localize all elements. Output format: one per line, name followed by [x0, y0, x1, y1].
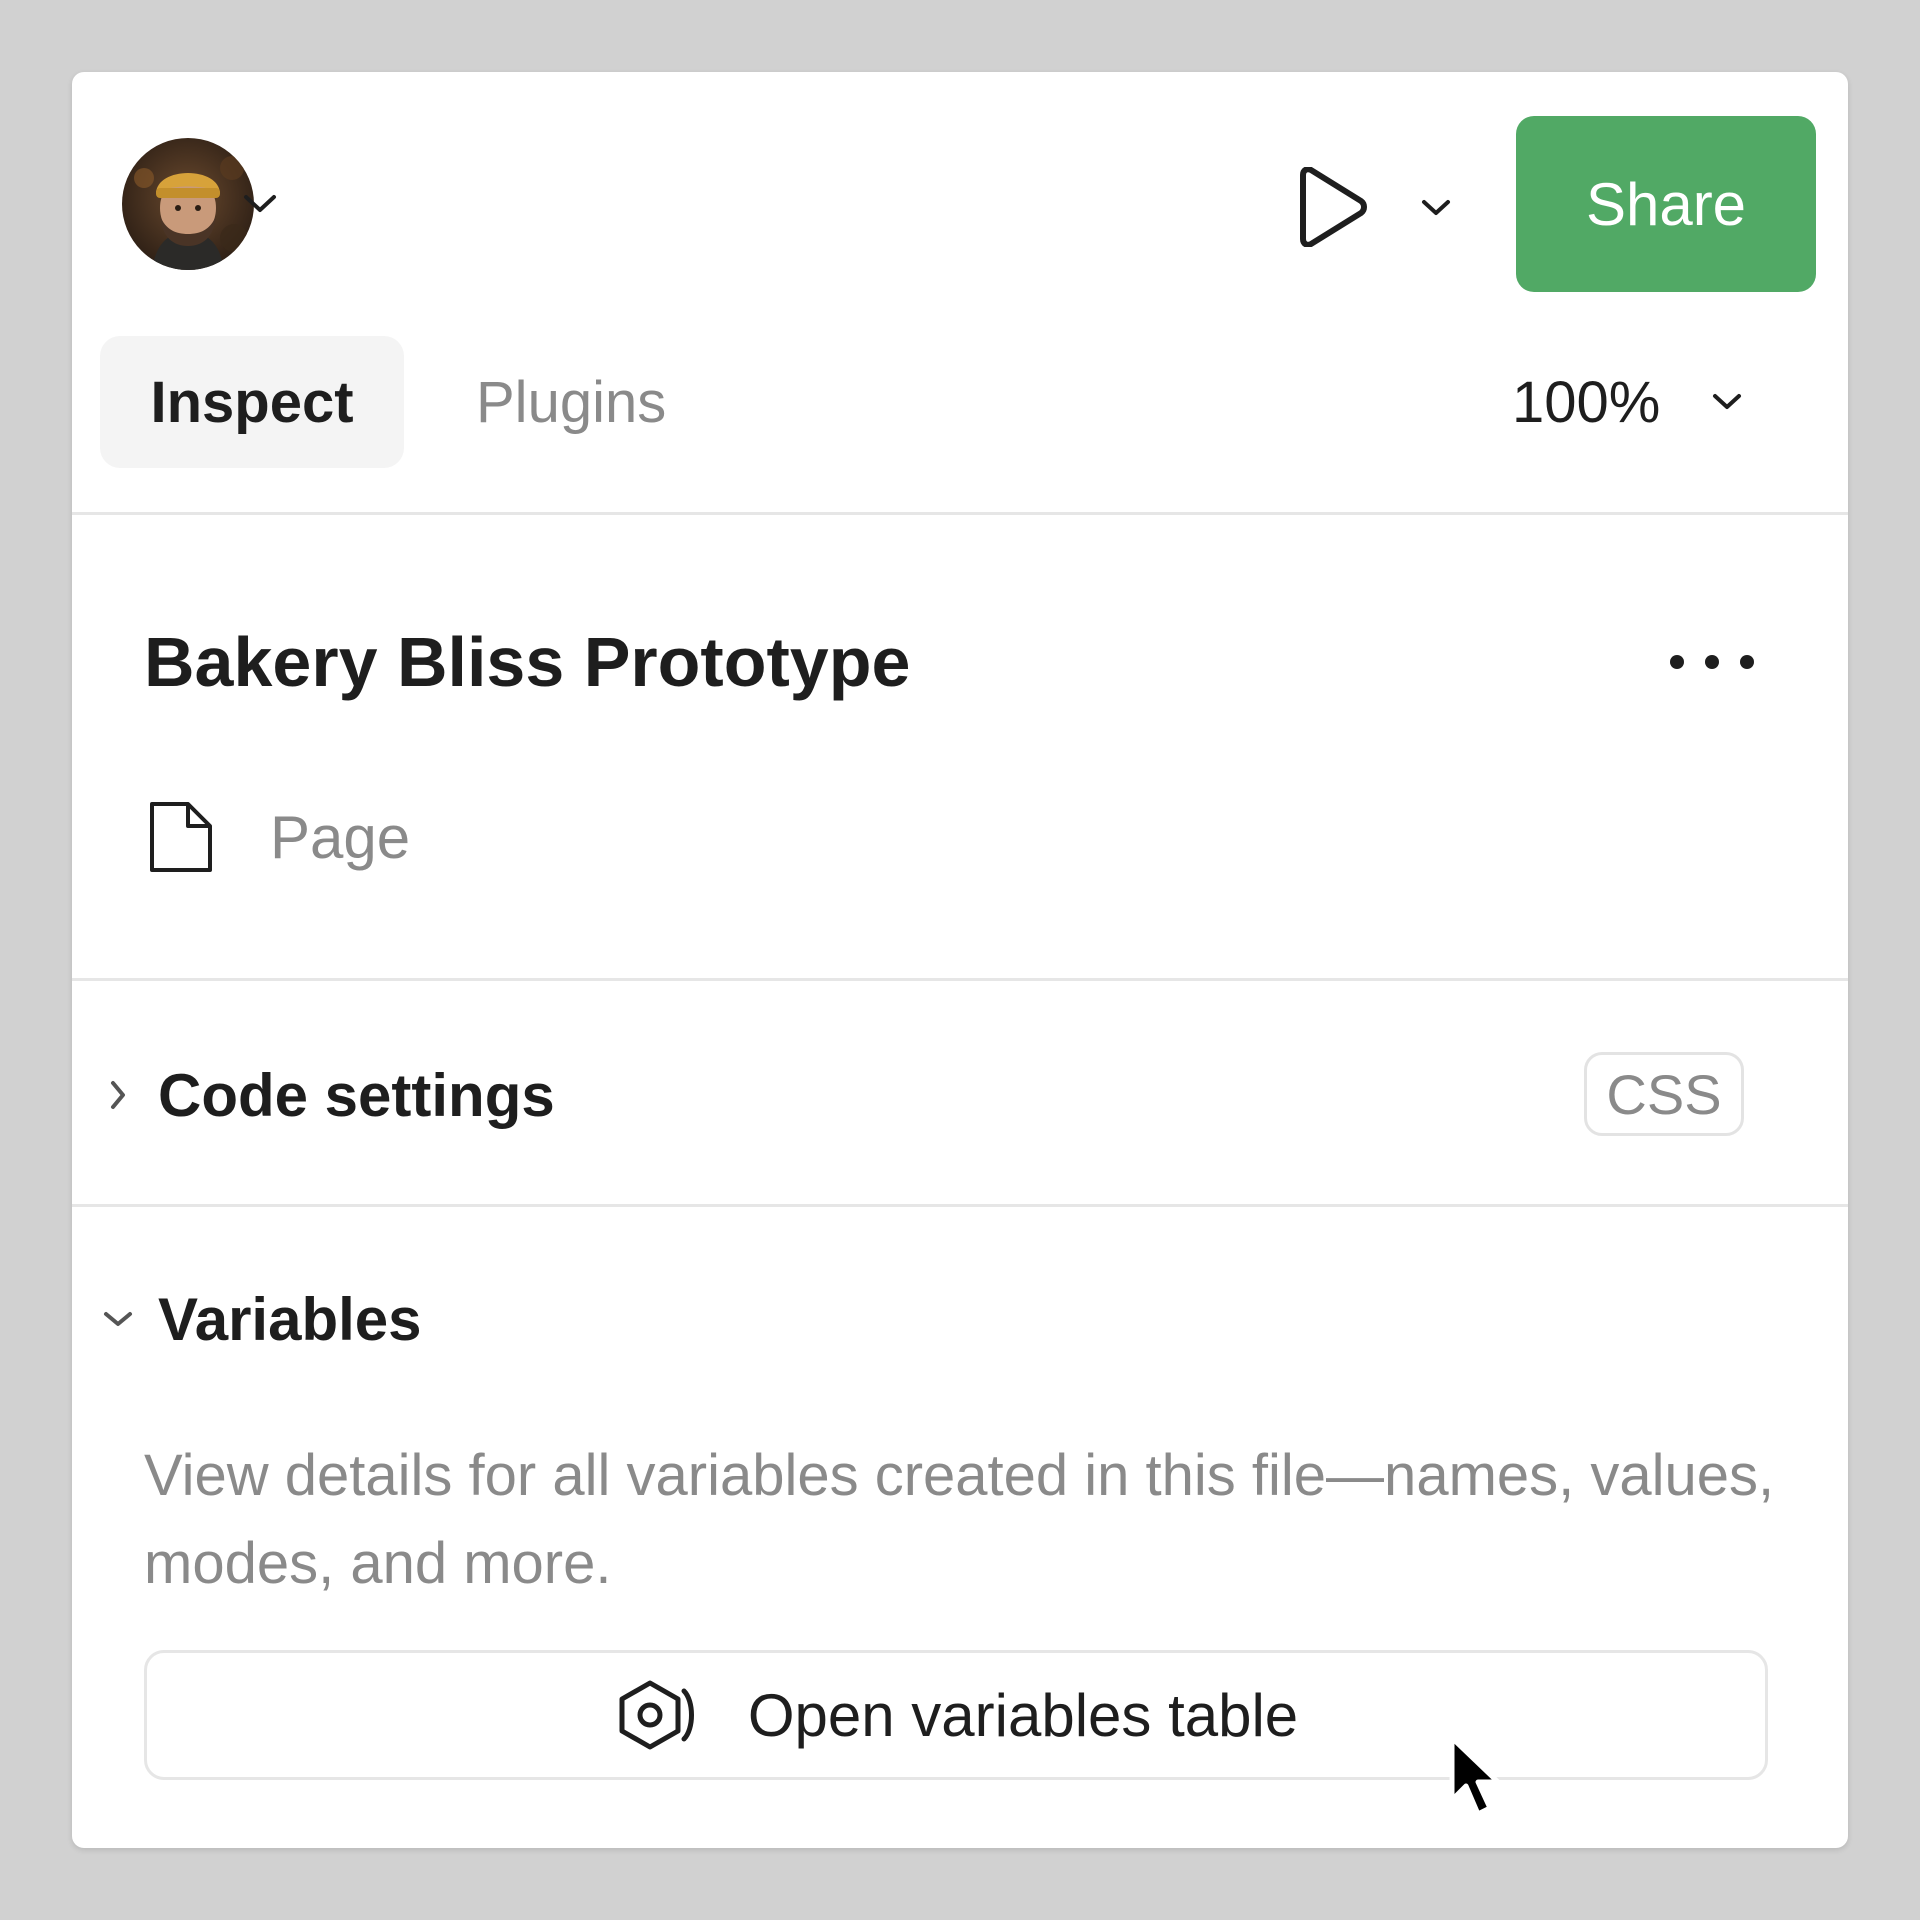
chevron-down-icon [104, 1312, 132, 1326]
share-button[interactable]: Share [1516, 116, 1816, 292]
variables-icon [619, 1680, 694, 1750]
tab-plugins[interactable]: Plugins [476, 336, 666, 468]
chevron-down-icon [1422, 200, 1450, 215]
file-title: Bakery Bliss Prototype [144, 623, 911, 701]
inspect-panel: Share Inspect Plugins 100% Bakery Bliss … [72, 72, 1848, 1848]
page-label: Page [270, 803, 411, 871]
present-options-chevron[interactable] [1408, 172, 1464, 244]
page-icon [150, 802, 212, 872]
page-row: Page [148, 782, 410, 892]
mouse-pointer-icon [1449, 1735, 1501, 1817]
play-icon [1300, 167, 1367, 247]
chevron-down-icon [1713, 394, 1742, 409]
tab-inspect[interactable]: Inspect [100, 336, 404, 468]
chevron-down-icon [244, 195, 276, 212]
divider [72, 978, 1848, 981]
variables-header[interactable]: Variables [72, 1264, 422, 1374]
more-options-button[interactable] [1652, 632, 1772, 692]
divider [72, 1204, 1848, 1207]
zoom-dropdown[interactable]: 100% [1512, 336, 1742, 468]
variables-label: Variables [158, 1285, 422, 1353]
open-variables-table-button[interactable]: Open variables table [144, 1650, 1768, 1780]
zoom-value: 100% [1512, 369, 1661, 435]
divider [72, 512, 1848, 515]
code-settings-label: Code settings [158, 1061, 555, 1129]
account-menu-chevron[interactable] [232, 164, 288, 244]
variables-description: View details for all variables created i… [144, 1443, 1775, 1596]
language-badge[interactable]: CSS [1584, 1052, 1744, 1136]
more-icon [1670, 655, 1754, 669]
present-button[interactable] [1272, 152, 1392, 262]
code-settings-header[interactable]: Code settings [72, 1040, 555, 1150]
chevron-right-icon [111, 1081, 125, 1109]
open-variables-table-label: Open variables table [747, 1681, 1299, 1749]
